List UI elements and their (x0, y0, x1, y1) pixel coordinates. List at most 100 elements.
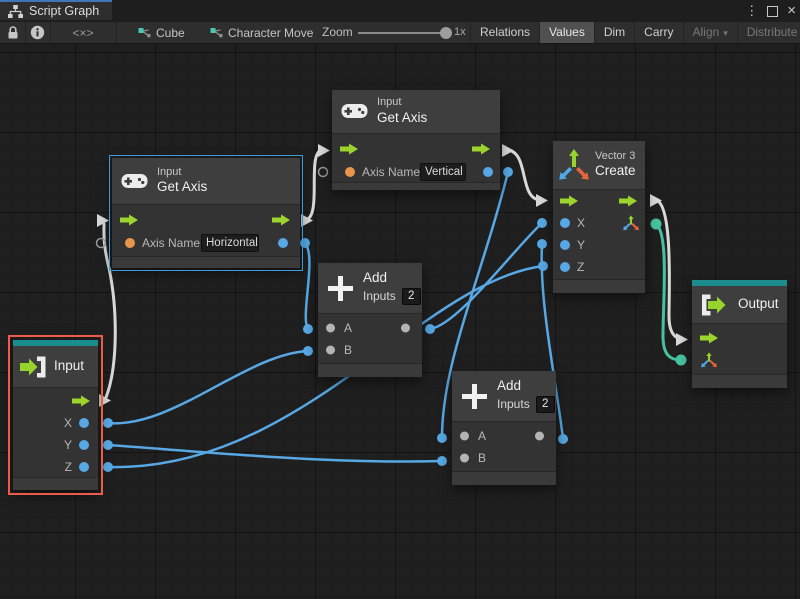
axis-name-field[interactable]: Vertical (420, 163, 466, 181)
input-port-b[interactable] (460, 454, 469, 463)
maximize-icon[interactable] (767, 6, 778, 17)
node-get-axis-vertical[interactable]: Input Get Axis Axis Name Vertical (332, 90, 500, 190)
vector3-icon (558, 147, 590, 183)
output-port-z[interactable] (79, 462, 89, 472)
output-port-y[interactable] (79, 440, 89, 450)
port-row-a: A (452, 425, 556, 447)
toolbar-toggle-group: Relations Values Dim Carry Align▾ Distri… (470, 22, 800, 43)
empty-port-circle (319, 168, 328, 177)
port-row-a: A (318, 317, 422, 339)
input-port-y[interactable] (560, 240, 570, 250)
node-add-1[interactable]: Add Inputs2 A B (318, 263, 422, 377)
node-footer (452, 471, 556, 485)
flow-in-port[interactable] (120, 214, 139, 225)
port-label: A (344, 321, 352, 335)
inputs-count-field[interactable]: 2 (402, 288, 421, 305)
value-out-port[interactable] (278, 238, 288, 248)
dim-button[interactable]: Dim (595, 22, 635, 43)
flow-out-port[interactable] (72, 396, 91, 407)
flow-in-port[interactable] (560, 196, 579, 207)
node-header: Vector 3 Create (553, 141, 645, 190)
node-title: Create (595, 163, 636, 180)
output-port-x[interactable] (79, 418, 89, 428)
plus-icon (327, 275, 354, 302)
node-body: Axis Name Horizontal (112, 205, 300, 254)
node-footer (318, 363, 422, 377)
node-get-axis-horizontal[interactable]: Input Get Axis Axis Name Horizontal (112, 158, 300, 268)
gamepad-icon (121, 173, 148, 190)
node-graph-output[interactable]: Output (692, 280, 787, 388)
vector3-in-port[interactable] (700, 351, 718, 369)
port-row-b: B (318, 339, 422, 361)
node-add-2[interactable]: Add Inputs2 A B (452, 371, 556, 485)
output-bracket-icon (700, 293, 730, 317)
flow-arrowhead (536, 194, 548, 207)
flow-out-port[interactable] (619, 196, 638, 207)
window-controls: ⋮ × (745, 0, 796, 22)
wire-flow-getaxis-h-to-getaxis-v[interactable] (306, 150, 321, 220)
sum-out-port[interactable] (535, 432, 544, 441)
wire-input-x-to-add1-b[interactable] (108, 351, 308, 423)
carry-button[interactable]: Carry (635, 22, 683, 43)
port-label: Y (577, 238, 585, 252)
node-vector3-create[interactable]: Vector 3 Create X Y (553, 141, 645, 293)
vector3-out-port[interactable] (622, 214, 640, 232)
zoom-slider[interactable] (358, 32, 446, 34)
flow-in-port[interactable] (340, 143, 359, 154)
kebab-menu-icon[interactable]: ⋮ (745, 0, 758, 22)
input-port-x[interactable] (560, 218, 570, 228)
port-row-b: B (452, 447, 556, 469)
code-view-button[interactable]: <×> (50, 22, 116, 43)
port-row-y: Y (13, 434, 98, 456)
input-port-z[interactable] (560, 262, 570, 272)
breadcrumb-graph-cube[interactable]: Cube (138, 22, 185, 43)
flow-in-port[interactable] (700, 333, 719, 344)
wire-add1-to-vector3-x[interactable] (430, 223, 542, 329)
flow-out-port[interactable] (272, 214, 291, 225)
lock-button[interactable] (0, 22, 25, 43)
string-port[interactable] (345, 167, 355, 177)
input-port-a[interactable] (326, 324, 335, 333)
mini-graph-icon (210, 27, 223, 39)
graph-tree-icon (8, 5, 23, 18)
node-body: A B (452, 422, 556, 469)
zoom-slider-knob[interactable] (440, 27, 452, 39)
string-port[interactable] (125, 238, 135, 248)
gamepad-icon (341, 103, 368, 120)
wire-flow-getaxis-v-to-vector3[interactable] (508, 150, 539, 200)
node-title: Add (363, 270, 421, 287)
node-graph-input[interactable]: Input X Y Z (13, 340, 98, 490)
relations-button[interactable]: Relations (470, 22, 540, 43)
node-header: Add Inputs2 (452, 371, 556, 422)
plus-icon (461, 383, 488, 410)
distribute-dropdown[interactable]: Distribute▾ (738, 22, 800, 43)
close-icon[interactable]: × (787, 1, 796, 21)
values-button[interactable]: Values (540, 22, 595, 43)
graph-canvas[interactable]: Input Get Axis Axis Name Horizontal (0, 44, 800, 599)
node-footer (692, 374, 787, 388)
flow-out-port[interactable] (472, 143, 491, 154)
tab-script-graph[interactable]: Script Graph (0, 0, 112, 20)
port-row-x: X (553, 212, 645, 234)
node-header: Add Inputs2 (318, 263, 422, 314)
axis-name-field[interactable]: Horizontal (201, 234, 259, 252)
align-dropdown[interactable]: Align▾ (684, 22, 738, 43)
wire-input-y-to-add2-b[interactable] (108, 445, 442, 462)
node-header: Input (13, 346, 98, 388)
port-row-y: Y (553, 234, 645, 256)
mini-graph-icon (138, 27, 151, 39)
info-button[interactable] (25, 22, 50, 43)
input-port-b[interactable] (326, 346, 335, 355)
graph-tab-label: Cube (156, 26, 185, 40)
wire-getaxis-h-to-add1-a[interactable] (305, 243, 309, 329)
tab-title: Script Graph (29, 4, 99, 18)
inputs-count-field[interactable]: 2 (536, 396, 555, 413)
breadcrumb-graph-character-move[interactable]: Character Move (210, 22, 313, 43)
port-row-z: Z (13, 456, 98, 478)
input-port-a[interactable] (460, 432, 469, 441)
sum-out-port[interactable] (401, 324, 410, 333)
value-out-port[interactable] (483, 167, 493, 177)
node-footer (332, 182, 500, 190)
port-row-x: X (13, 412, 98, 434)
flow-arrowhead (318, 144, 330, 157)
